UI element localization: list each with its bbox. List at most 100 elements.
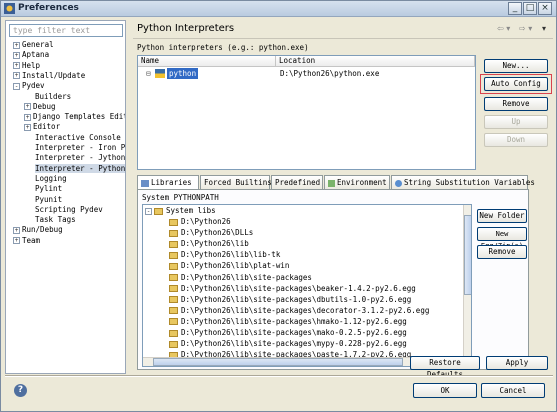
minimize-icon[interactable]: _ [508, 2, 522, 15]
expand-icon[interactable]: + [13, 51, 20, 59]
tab-libraries[interactable]: Libraries [137, 175, 199, 190]
tree-item-label: Help [22, 60, 41, 70]
close-icon[interactable]: × [538, 2, 552, 15]
tree-item[interactable]: - Pydev [13, 81, 45, 91]
expand-icon[interactable]: + [24, 103, 31, 111]
expand-icon[interactable]: + [13, 226, 20, 234]
collapse-icon[interactable]: - [13, 82, 20, 90]
library-path-item[interactable]: D:\Python26\lib\lib-tk [169, 250, 280, 260]
new-button[interactable]: New... [484, 59, 548, 73]
library-path-item[interactable]: D:\Python26\lib\site-packages\hmako-1.12… [169, 317, 407, 327]
filter-input[interactable]: type filter text [9, 24, 123, 37]
tab-environment-label: Environment [337, 178, 387, 187]
vertical-scroll-thumb[interactable] [464, 215, 471, 295]
expand-icon[interactable]: + [24, 113, 31, 121]
tree-item[interactable]: Logging [24, 174, 67, 184]
tree-item[interactable]: + Django Templates Edit [24, 112, 125, 122]
python-icon [155, 69, 165, 78]
tree-item[interactable]: Pylint [24, 184, 62, 194]
tree-item-label: Editor [33, 122, 61, 132]
horizontal-scroll-thumb[interactable] [153, 358, 403, 366]
tree-item[interactable]: Pyunit [24, 195, 62, 205]
apply-button[interactable]: Apply [486, 356, 548, 370]
library-path-label: D:\Python26\lib\site-packages\beaker-1.4… [181, 283, 416, 293]
collapse-icon[interactable]: ⊟ [146, 67, 151, 80]
environment-icon [328, 179, 335, 187]
maximize-icon[interactable]: □ [523, 2, 537, 15]
expand-icon[interactable]: + [13, 62, 20, 70]
tab-string-substitution-label: String Substitution Variables [404, 178, 535, 187]
back-arrow-icon[interactable]: ⇦ ▾ [497, 24, 510, 33]
new-egg-zip-button[interactable]: New Egg/Zip(s) [477, 227, 527, 250]
library-path-item[interactable]: D:\Python26 [169, 217, 231, 227]
tree-item[interactable]: Interactive Console [24, 133, 121, 143]
system-libs-node[interactable]: - System libs [145, 206, 216, 216]
collapse-icon[interactable]: - [145, 207, 152, 215]
library-path-label: D:\Python26\lib\lib-tk [181, 250, 281, 260]
tree-item-label: General [22, 40, 54, 49]
library-path-label: D:\Python26\lib\site-packages [181, 272, 312, 282]
expand-icon[interactable]: + [24, 123, 31, 131]
ok-button[interactable]: OK [413, 383, 477, 398]
tree-item[interactable]: + Aptana [13, 50, 49, 60]
tree-item[interactable]: + Editor [24, 122, 60, 132]
location-column-header[interactable]: Location [276, 56, 475, 67]
tab-environment[interactable]: Environment [324, 175, 390, 189]
cancel-button[interactable]: Cancel [481, 383, 545, 398]
folder-icon [169, 307, 178, 315]
tree-item-label: Django Templates Edit [33, 112, 125, 122]
tree-item[interactable]: + Install/Update [13, 71, 85, 81]
tree-item-label: Interpreter - Iron Py [35, 143, 125, 152]
system-libs-label: System libs [166, 206, 216, 215]
tree-item[interactable]: Interpreter - Python [24, 163, 125, 174]
tree-item[interactable]: Interpreter - Jython [24, 153, 125, 163]
remove-button[interactable]: Remove [484, 97, 548, 111]
library-path-item[interactable]: D:\Python26\lib\site-packages\dbutils-1.… [169, 295, 411, 305]
folder-icon [169, 340, 178, 348]
tree-item[interactable]: Task Tags [24, 215, 76, 225]
tree-item-label: Debug [33, 101, 56, 111]
remove-library-button[interactable]: Remove [477, 245, 527, 259]
tree-item-label: Aptana [22, 50, 50, 60]
tree-item[interactable]: + Debug [24, 102, 56, 112]
system-pythonpath-label: System PYTHONPATH [142, 193, 219, 202]
tab-predefined[interactable]: Predefined [271, 175, 323, 189]
tree-item-label: Task Tags [35, 215, 76, 225]
tree-item-label: Pyunit [35, 194, 63, 204]
up-button[interactable]: Up [484, 115, 548, 129]
tree-item[interactable]: Interpreter - Iron Py [24, 143, 125, 153]
library-path-item[interactable]: D:\Python26\lib\plat-win [169, 261, 289, 271]
library-path-item[interactable]: D:\Python26\lib\site-packages\beaker-1.4… [169, 284, 416, 294]
name-column-header[interactable]: Name [138, 56, 276, 67]
forward-arrow-icon[interactable]: ⇨ ▾ [519, 24, 532, 33]
library-path-item[interactable]: D:\Python26\lib\site-packages\decorator-… [169, 306, 429, 316]
library-path-label: D:\Python26\lib\site-packages\decorator-… [181, 305, 430, 315]
restore-defaults-button[interactable]: Restore Defaults [410, 356, 480, 379]
tree-item[interactable]: + Run/Debug [13, 225, 63, 235]
down-button[interactable]: Down [484, 133, 548, 147]
expand-icon[interactable]: + [13, 41, 20, 49]
library-folder-icon [154, 207, 163, 215]
new-folder-button[interactable]: New Folder [477, 209, 527, 223]
tab-forced-builtins[interactable]: Forced Builtins [200, 175, 272, 189]
library-path-item[interactable]: D:\Python26\lib [169, 239, 249, 249]
library-path-item[interactable]: D:\Python26\DLLs [169, 228, 253, 238]
expand-icon[interactable]: + [13, 72, 20, 80]
tab-string-substitution[interactable]: String Substitution Variables [391, 175, 535, 189]
library-path-item[interactable]: D:\Python26\lib\site-packages [169, 273, 312, 283]
tree-item[interactable]: Scripting Pydev [24, 205, 103, 215]
library-path-item[interactable]: D:\Python26\lib\site-packages\mako-0.2.5… [169, 328, 407, 338]
help-icon[interactable]: ? [14, 384, 27, 397]
tree-item[interactable]: + Help [13, 61, 40, 71]
tree-item[interactable]: + Team [13, 236, 40, 246]
title-bar[interactable]: Preferences _ □ × [1, 1, 556, 17]
expand-icon[interactable]: + [13, 237, 20, 245]
library-path-item[interactable]: D:\Python26\lib\site-packages\mypy-0.228… [169, 339, 407, 349]
vertical-scrollbar[interactable] [463, 205, 471, 366]
tree-item[interactable]: + General [13, 40, 54, 50]
tree-item[interactable]: Builders [24, 92, 71, 102]
interpreter-row[interactable]: ⊟ python D:\Python26\python.exe [138, 67, 475, 80]
interpreters-label: Python interpreters (e.g.: python.exe) [137, 43, 309, 52]
auto-config-button[interactable]: Auto Config [484, 77, 548, 91]
menu-chevron-icon[interactable]: ▾ [542, 24, 546, 33]
